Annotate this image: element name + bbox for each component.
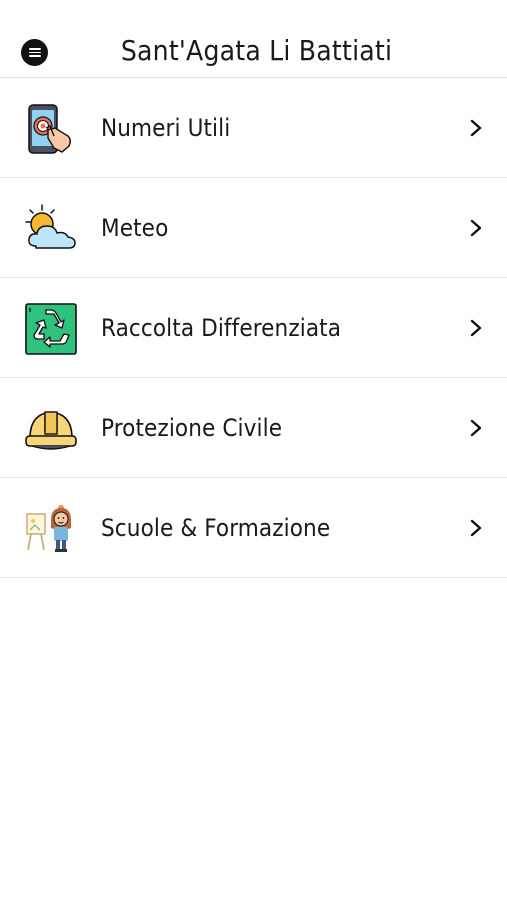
menu-item-raccolta-differenziata[interactable]: Raccolta Differenziata <box>0 278 507 378</box>
menu-item-numeri-utili[interactable]: Numeri Utili <box>0 78 507 178</box>
menu-item-label: Meteo <box>101 214 169 242</box>
chevron-right-icon <box>469 419 483 437</box>
menu-item-protezione-civile[interactable]: Protezione Civile <box>0 378 507 478</box>
student-easel-icon <box>24 502 78 556</box>
menu-item-label: Scuole & Formazione <box>101 514 331 542</box>
chevron-right-icon <box>469 119 483 137</box>
app-header: Sant'Agata Li Battiati <box>0 0 507 78</box>
menu-item-scuole-formazione[interactable]: Scuole & Formazione <box>0 478 507 578</box>
menu-list: Numeri Utili Meteo Raccolta Differenziat… <box>0 78 507 578</box>
page-title: Sant'Agata Li Battiati <box>120 34 393 67</box>
chevron-right-icon <box>469 219 483 237</box>
menu-item-label: Protezione Civile <box>101 414 283 442</box>
menu-item-meteo[interactable]: Meteo <box>0 178 507 278</box>
menu-item-label: Numeri Utili <box>101 114 231 142</box>
recycle-icon <box>24 302 78 356</box>
chevron-right-icon <box>469 519 483 537</box>
hard-hat-icon <box>24 402 78 456</box>
chevron-right-icon <box>469 319 483 337</box>
app-screen: Sant'Agata Li Battiati Numeri Utili Mete… <box>0 0 507 900</box>
sun-cloud-icon <box>24 202 78 256</box>
phone-touch-icon <box>24 102 78 156</box>
menu-item-label: Raccolta Differenziata <box>101 314 342 342</box>
